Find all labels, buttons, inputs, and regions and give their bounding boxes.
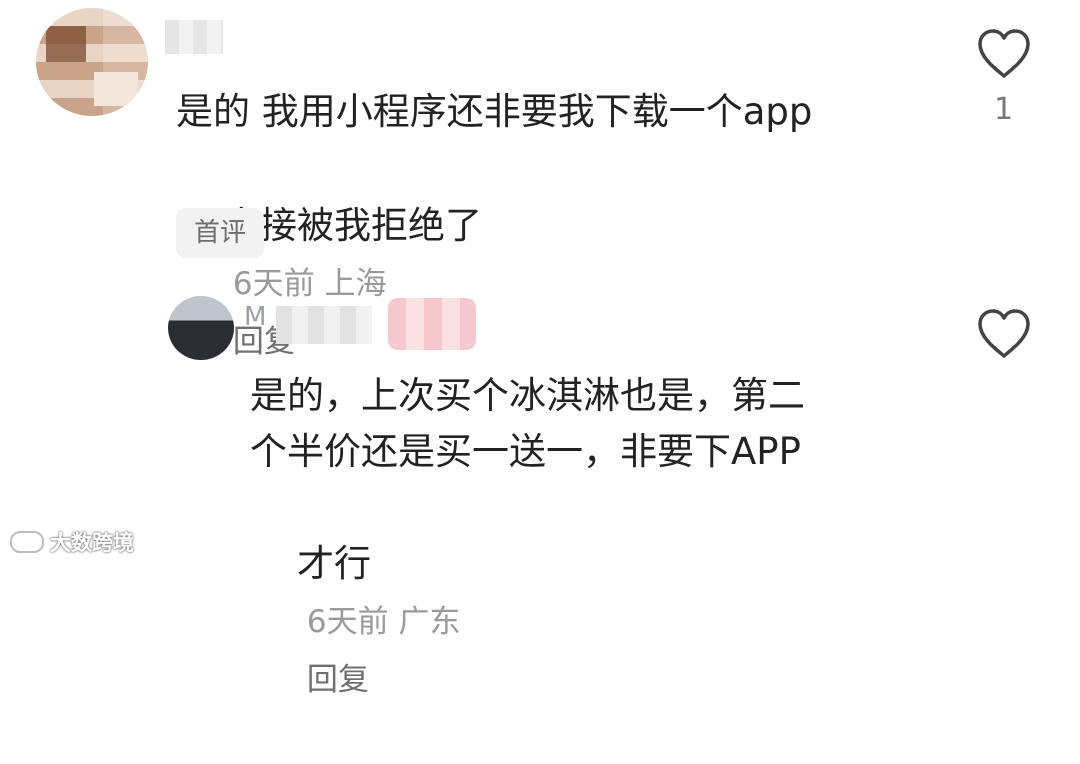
comment-text-line: 才行 6天前 广东 回复	[250, 480, 460, 764]
heart-outline-icon[interactable]	[974, 306, 1034, 360]
username[interactable]: M	[244, 302, 266, 332]
comment-text-line-3: 才行	[297, 542, 372, 585]
comment-text-line: 个半价还是买一送一，非要下APP	[250, 430, 801, 473]
watermark: 大数跨境	[10, 527, 134, 557]
avatar[interactable]	[168, 296, 234, 360]
time-location: 6天前 广东	[306, 604, 461, 640]
username-blurred[interactable]	[276, 306, 372, 344]
user-tag-blurred	[388, 298, 476, 350]
reply-label: 回复	[306, 662, 369, 698]
comment-text-line: 是的，上次买个冰淇淋也是，第二	[250, 374, 805, 417]
comment-2: M 是的，上次买个冰淇淋也是，第二 个半价还是买一送一，非要下APP 才行 6天…	[0, 0, 1080, 698]
watermark-logo-icon	[10, 531, 44, 553]
comment-meta: 6天前 广东	[297, 604, 461, 640]
watermark-text: 大数跨境	[50, 531, 134, 555]
reply-button[interactable]: 回复	[297, 662, 369, 698]
